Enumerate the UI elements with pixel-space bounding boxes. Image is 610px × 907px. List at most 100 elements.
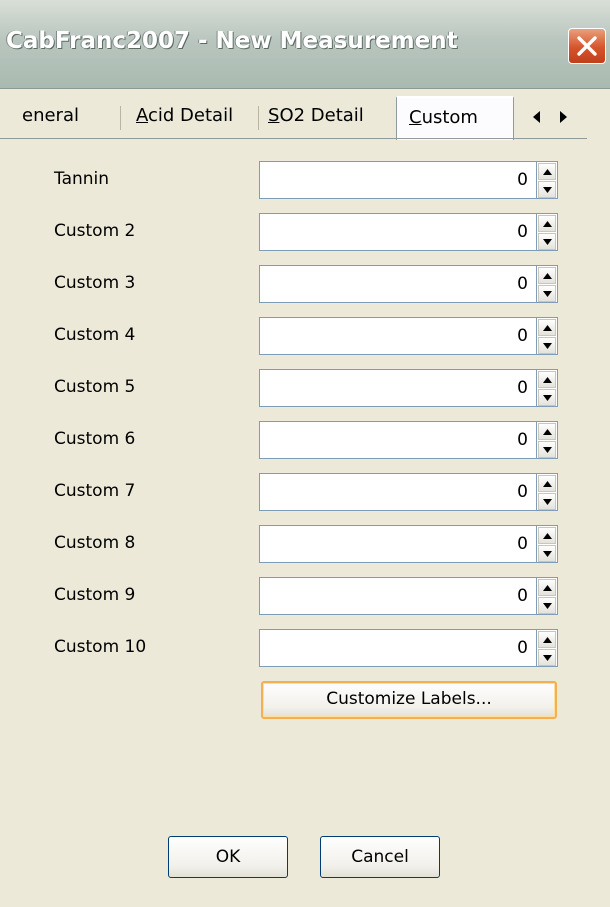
spin-control [537, 577, 558, 615]
up-arrow-icon [543, 585, 552, 591]
customize-labels-button[interactable]: Customize Labels... [261, 681, 557, 719]
spin-control [537, 161, 558, 199]
down-arrow-icon [543, 187, 552, 193]
down-arrow-icon [543, 291, 552, 297]
down-arrow-icon [543, 603, 552, 609]
tab-general-label: eneral [22, 105, 79, 126]
field-input[interactable]: 0 [259, 317, 537, 355]
field-input[interactable]: 0 [259, 421, 537, 459]
field-row: Custom 2 0 [0, 213, 600, 253]
down-arrow-icon [543, 499, 552, 505]
spin-up-button[interactable] [538, 423, 556, 440]
triangle-left-icon [533, 111, 540, 123]
field-row: Tannin 0 [0, 161, 600, 201]
tab-scroll-right-button[interactable] [554, 108, 572, 126]
field-row: Custom 4 0 [0, 317, 600, 357]
title-bar: CabFranc2007 - New Measurement [0, 0, 610, 89]
down-arrow-icon [543, 239, 552, 245]
spin-control [537, 317, 558, 355]
field-input[interactable]: 0 [259, 525, 537, 563]
up-arrow-icon [543, 377, 552, 383]
field-row: Custom 6 0 [0, 421, 600, 461]
tab-custom[interactable]: Custom [396, 96, 514, 140]
spin-down-button[interactable] [538, 285, 556, 302]
spin-down-button[interactable] [538, 389, 556, 406]
up-arrow-icon [543, 221, 552, 227]
field-label: Custom 8 [54, 533, 136, 553]
up-arrow-icon [543, 481, 552, 487]
spin-down-button[interactable] [538, 493, 556, 510]
tab-acid-mnemonic: A [136, 105, 148, 126]
spin-up-button[interactable] [538, 319, 556, 336]
field-input[interactable]: 0 [259, 577, 537, 615]
up-arrow-icon [543, 273, 552, 279]
up-arrow-icon [543, 325, 552, 331]
spin-up-button[interactable] [538, 631, 556, 648]
spin-control [537, 473, 558, 511]
up-arrow-icon [543, 637, 552, 643]
spin-down-button[interactable] [538, 649, 556, 666]
tab-so2-label: O2 Detail [279, 105, 364, 126]
field-row: Custom 7 0 [0, 473, 600, 513]
field-row: Custom 10 0 [0, 629, 600, 669]
spin-up-button[interactable] [538, 527, 556, 544]
field-input[interactable]: 0 [259, 213, 537, 251]
field-label: Custom 7 [54, 481, 136, 501]
field-label: Custom 9 [54, 585, 136, 605]
triangle-right-icon [560, 111, 567, 123]
spin-down-button[interactable] [538, 597, 556, 614]
field-label: Custom 4 [54, 325, 136, 345]
down-arrow-icon [543, 447, 552, 453]
field-label: Custom 5 [54, 377, 136, 397]
field-label: Custom 10 [54, 637, 147, 657]
tab-separator [120, 106, 121, 130]
tab-acid-detail[interactable]: Acid Detail [136, 96, 254, 140]
close-button[interactable] [568, 28, 606, 64]
tab-general[interactable]: eneral [22, 96, 114, 140]
tab-so2-mnemonic: S [268, 105, 280, 126]
spin-up-button[interactable] [538, 163, 556, 180]
field-label: Custom 6 [54, 429, 136, 449]
field-input[interactable]: 0 [259, 629, 537, 667]
ok-button[interactable]: OK [168, 836, 288, 878]
spin-up-button[interactable] [538, 215, 556, 232]
field-input[interactable]: 0 [259, 369, 537, 407]
spin-control [537, 213, 558, 251]
field-row: Custom 8 0 [0, 525, 600, 565]
spin-control [537, 629, 558, 667]
tab-baseline [0, 138, 587, 139]
cancel-button[interactable]: Cancel [320, 836, 440, 878]
spin-down-button[interactable] [538, 181, 556, 198]
tab-custom-mnemonic: C [409, 107, 422, 128]
field-label: Custom 2 [54, 221, 136, 241]
spin-up-button[interactable] [538, 371, 556, 388]
up-arrow-icon [543, 533, 552, 539]
field-row: Custom 3 0 [0, 265, 600, 305]
field-input[interactable]: 0 [259, 161, 537, 199]
up-arrow-icon [543, 169, 552, 175]
field-row: Custom 5 0 [0, 369, 600, 409]
spin-control [537, 525, 558, 563]
spin-down-button[interactable] [538, 545, 556, 562]
tab-so2-detail[interactable]: SO2 Detail [268, 96, 396, 140]
spin-up-button[interactable] [538, 475, 556, 492]
tab-scroll-left-button[interactable] [528, 108, 546, 126]
field-input[interactable]: 0 [259, 265, 537, 303]
tab-strip: eneral Acid Detail SO2 Detail Custom [0, 96, 600, 140]
spin-down-button[interactable] [538, 337, 556, 354]
field-row: Custom 9 0 [0, 577, 600, 617]
spin-control [537, 369, 558, 407]
down-arrow-icon [543, 655, 552, 661]
spin-up-button[interactable] [538, 579, 556, 596]
field-label: Custom 3 [54, 273, 136, 293]
spin-up-button[interactable] [538, 267, 556, 284]
window-title: CabFranc2007 - New Measurement [6, 28, 458, 54]
spin-down-button[interactable] [538, 441, 556, 458]
spin-control [537, 265, 558, 303]
field-input[interactable]: 0 [259, 473, 537, 511]
tab-scroll-buttons [522, 100, 586, 134]
spin-down-button[interactable] [538, 233, 556, 250]
close-icon [577, 36, 597, 56]
tab-acid-label: cid Detail [148, 105, 234, 126]
tab-custom-label: ustom [421, 107, 478, 128]
